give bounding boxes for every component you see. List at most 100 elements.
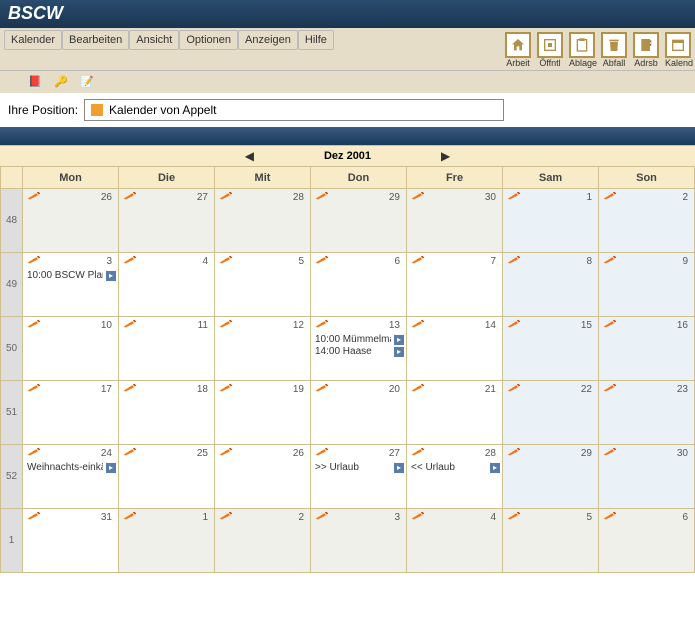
day-cell[interactable]: 2 [215, 509, 311, 573]
adrsb-button[interactable] [633, 32, 659, 58]
event-item[interactable]: 10:00 BSCW Planung▸ [23, 270, 118, 282]
pencil-icon[interactable] [315, 447, 329, 460]
day-cell[interactable]: 4 [407, 509, 503, 573]
pencil-icon[interactable] [315, 383, 329, 396]
day-cell[interactable]: 4 [119, 253, 215, 317]
event-item[interactable]: Weihnachts-einkäufe▸ [23, 462, 118, 474]
pencil-icon[interactable] [27, 255, 41, 268]
pencil-icon[interactable] [27, 191, 41, 204]
pencil-icon[interactable] [507, 191, 521, 204]
menu-hilfe[interactable]: Hilfe [298, 30, 334, 50]
day-cell[interactable]: 30 [407, 189, 503, 253]
more-icon[interactable]: ▸ [106, 271, 116, 281]
pencil-icon[interactable] [315, 255, 329, 268]
pencil-icon[interactable] [123, 191, 137, 204]
pencil-icon[interactable] [603, 511, 617, 524]
pencil-icon[interactable] [315, 191, 329, 204]
pencil-icon[interactable] [27, 511, 41, 524]
day-cell[interactable]: 23 [599, 381, 695, 445]
pencil-icon[interactable] [411, 255, 425, 268]
day-cell[interactable]: 29 [503, 445, 599, 509]
pencil-icon[interactable] [27, 383, 41, 396]
arbeit-button[interactable] [505, 32, 531, 58]
day-cell[interactable]: 10 [23, 317, 119, 381]
event-item[interactable]: >> Urlaub▸ [311, 462, 406, 474]
day-cell[interactable]: 26 [23, 189, 119, 253]
day-cell[interactable]: 26 [215, 445, 311, 509]
note-icon[interactable]: 📝 [80, 75, 94, 89]
event-item[interactable]: 14:00 Haase▸ [311, 346, 406, 358]
pencil-icon[interactable] [507, 255, 521, 268]
pencil-icon[interactable] [123, 511, 137, 524]
day-cell[interactable]: 5 [215, 253, 311, 317]
pencil-icon[interactable] [219, 255, 233, 268]
book-icon[interactable]: 📕 [28, 75, 42, 89]
day-cell[interactable]: 19 [215, 381, 311, 445]
pencil-icon[interactable] [603, 319, 617, 332]
day-cell[interactable]: 7 [407, 253, 503, 317]
menu-optionen[interactable]: Optionen [179, 30, 238, 50]
day-cell[interactable]: 17 [23, 381, 119, 445]
pencil-icon[interactable] [123, 255, 137, 268]
day-cell[interactable]: 25 [119, 445, 215, 509]
pencil-icon[interactable] [219, 383, 233, 396]
day-cell[interactable]: 18 [119, 381, 215, 445]
pencil-icon[interactable] [507, 319, 521, 332]
key-icon[interactable]: 🔑 [54, 75, 68, 89]
pencil-icon[interactable] [411, 447, 425, 460]
day-cell[interactable]: 29 [311, 189, 407, 253]
day-cell[interactable]: 15 [503, 317, 599, 381]
pencil-icon[interactable] [507, 511, 521, 524]
pencil-icon[interactable] [315, 511, 329, 524]
menu-kalender[interactable]: Kalender [4, 30, 62, 50]
event-item[interactable]: << Urlaub▸ [407, 462, 502, 474]
pencil-icon[interactable] [27, 447, 41, 460]
pencil-icon[interactable] [507, 447, 521, 460]
prev-month-button[interactable]: ◀ [245, 149, 254, 163]
event-item[interactable]: 10:00 Mümmelmann▸ [311, 334, 406, 346]
pencil-icon[interactable] [123, 447, 137, 460]
day-cell[interactable]: 28<< Urlaub▸ [407, 445, 503, 509]
day-cell[interactable]: 27 [119, 189, 215, 253]
day-cell[interactable]: 30 [599, 445, 695, 509]
pencil-icon[interactable] [27, 319, 41, 332]
pencil-icon[interactable] [123, 319, 137, 332]
day-cell[interactable]: 1310:00 Mümmelmann▸14:00 Haase▸ [311, 317, 407, 381]
more-icon[interactable]: ▸ [394, 347, 404, 357]
day-cell[interactable]: 28 [215, 189, 311, 253]
day-cell[interactable]: 24Weihnachts-einkäufe▸ [23, 445, 119, 509]
position-input[interactable]: Kalender von Appelt [84, 99, 504, 121]
pencil-icon[interactable] [507, 383, 521, 396]
day-cell[interactable]: 20 [311, 381, 407, 445]
pencil-icon[interactable] [219, 511, 233, 524]
day-cell[interactable]: 14 [407, 317, 503, 381]
day-cell[interactable]: 22 [503, 381, 599, 445]
pencil-icon[interactable] [123, 383, 137, 396]
more-icon[interactable]: ▸ [394, 335, 404, 345]
pencil-icon[interactable] [411, 191, 425, 204]
day-cell[interactable]: 9 [599, 253, 695, 317]
menu-bearbeiten[interactable]: Bearbeiten [62, 30, 129, 50]
pencil-icon[interactable] [219, 191, 233, 204]
day-cell[interactable]: 27>> Urlaub▸ [311, 445, 407, 509]
pencil-icon[interactable] [411, 511, 425, 524]
pencil-icon[interactable] [315, 319, 329, 332]
day-cell[interactable]: 8 [503, 253, 599, 317]
day-cell[interactable]: 6 [599, 509, 695, 573]
next-month-button[interactable]: ▶ [441, 149, 450, 163]
more-icon[interactable]: ▸ [394, 463, 404, 473]
menu-anzeigen[interactable]: Anzeigen [238, 30, 298, 50]
abfall-button[interactable] [601, 32, 627, 58]
day-cell[interactable]: 3 [311, 509, 407, 573]
pencil-icon[interactable] [603, 447, 617, 460]
day-cell[interactable]: 5 [503, 509, 599, 573]
day-cell[interactable]: 31 [23, 509, 119, 573]
pencil-icon[interactable] [603, 191, 617, 204]
more-icon[interactable]: ▸ [106, 463, 116, 473]
day-cell[interactable]: 6 [311, 253, 407, 317]
pencil-icon[interactable] [411, 319, 425, 332]
menu-ansicht[interactable]: Ansicht [129, 30, 179, 50]
kalend-button[interactable] [665, 32, 691, 58]
pencil-icon[interactable] [219, 447, 233, 460]
more-icon[interactable]: ▸ [490, 463, 500, 473]
